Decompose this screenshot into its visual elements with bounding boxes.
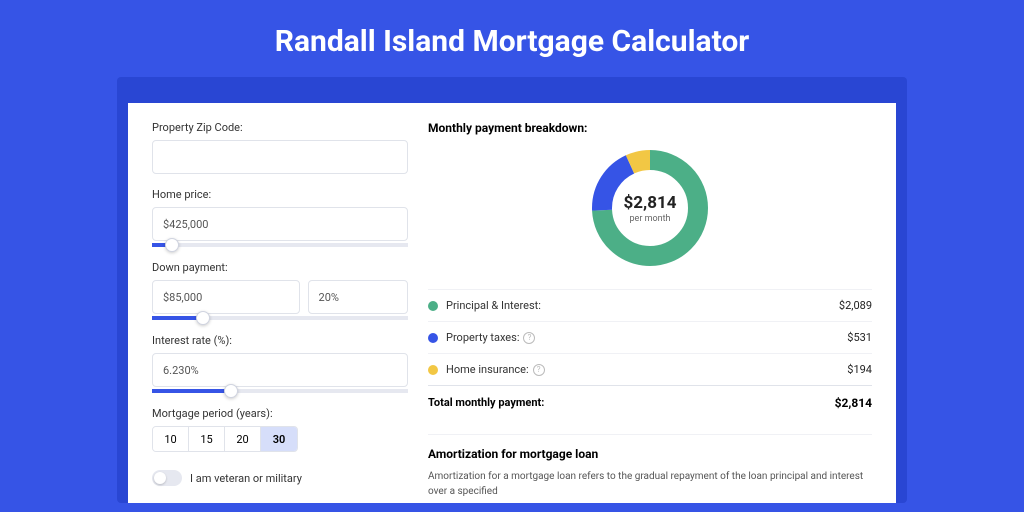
down-slider[interactable] [152, 316, 408, 320]
breakdown-title: Monthly payment breakdown: [428, 121, 872, 135]
total-label: Total monthly payment: [428, 396, 835, 410]
legend-value: $531 [847, 331, 872, 344]
breakdown-panel: Monthly payment breakdown: $2,814 per mo… [408, 121, 872, 503]
amortization-title: Amortization for mortgage loan [428, 447, 872, 461]
calculator-card: Property Zip Code: Home price: Down paym… [128, 103, 896, 503]
info-icon[interactable]: ? [533, 364, 545, 376]
period-30[interactable]: 30 [261, 427, 297, 451]
zip-field: Property Zip Code: [152, 121, 408, 174]
period-15[interactable]: 15 [189, 427, 225, 451]
veteran-row: I am veteran or military [152, 470, 408, 486]
rate-field: Interest rate (%): [152, 334, 408, 393]
dot-icon [428, 333, 438, 343]
legend-row-principal: Principal & Interest: $2,089 [428, 289, 872, 321]
period-label: Mortgage period (years): [152, 407, 408, 420]
legend-row-taxes: Property taxes:? $531 [428, 321, 872, 353]
period-field: Mortgage period (years): 10 15 20 30 [152, 407, 408, 452]
total-row: Total monthly payment: $2,814 [428, 385, 872, 420]
dot-icon [428, 301, 438, 311]
info-icon[interactable]: ? [523, 332, 535, 344]
period-10[interactable]: 10 [153, 427, 189, 451]
rate-label: Interest rate (%): [152, 334, 408, 347]
veteran-toggle[interactable] [152, 470, 182, 486]
period-20[interactable]: 20 [225, 427, 261, 451]
amortization-text: Amortization for a mortgage loan refers … [428, 469, 872, 499]
total-value: $2,814 [835, 396, 872, 410]
price-input[interactable] [152, 207, 408, 241]
down-input[interactable] [152, 280, 300, 314]
donut-chart: $2,814 per month [428, 143, 872, 273]
legend: Principal & Interest: $2,089 Property ta… [428, 289, 872, 420]
page-title: Randall Island Mortgage Calculator [0, 0, 1024, 77]
amortization-section: Amortization for mortgage loan Amortizat… [428, 434, 872, 499]
donut-sub: per month [629, 214, 670, 224]
down-pct-input[interactable] [308, 280, 408, 314]
legend-row-insurance: Home insurance:? $194 [428, 353, 872, 385]
outer-panel: Property Zip Code: Home price: Down paym… [117, 77, 907, 503]
price-label: Home price: [152, 188, 408, 201]
rate-input[interactable] [152, 353, 408, 387]
legend-label: Property taxes:? [446, 331, 847, 344]
zip-label: Property Zip Code: [152, 121, 408, 134]
veteran-label: I am veteran or military [190, 472, 302, 485]
price-slider[interactable] [152, 243, 408, 247]
legend-value: $194 [847, 363, 872, 376]
form-panel: Property Zip Code: Home price: Down paym… [152, 121, 408, 503]
down-label: Down payment: [152, 261, 408, 274]
donut-value: $2,814 [624, 193, 677, 213]
zip-input[interactable] [152, 140, 408, 174]
price-field: Home price: [152, 188, 408, 247]
legend-label: Principal & Interest: [446, 299, 839, 312]
dot-icon [428, 365, 438, 375]
down-field: Down payment: [152, 261, 408, 320]
period-group: 10 15 20 30 [152, 426, 298, 452]
rate-slider[interactable] [152, 389, 408, 393]
legend-label: Home insurance:? [446, 363, 847, 376]
legend-value: $2,089 [839, 299, 872, 312]
